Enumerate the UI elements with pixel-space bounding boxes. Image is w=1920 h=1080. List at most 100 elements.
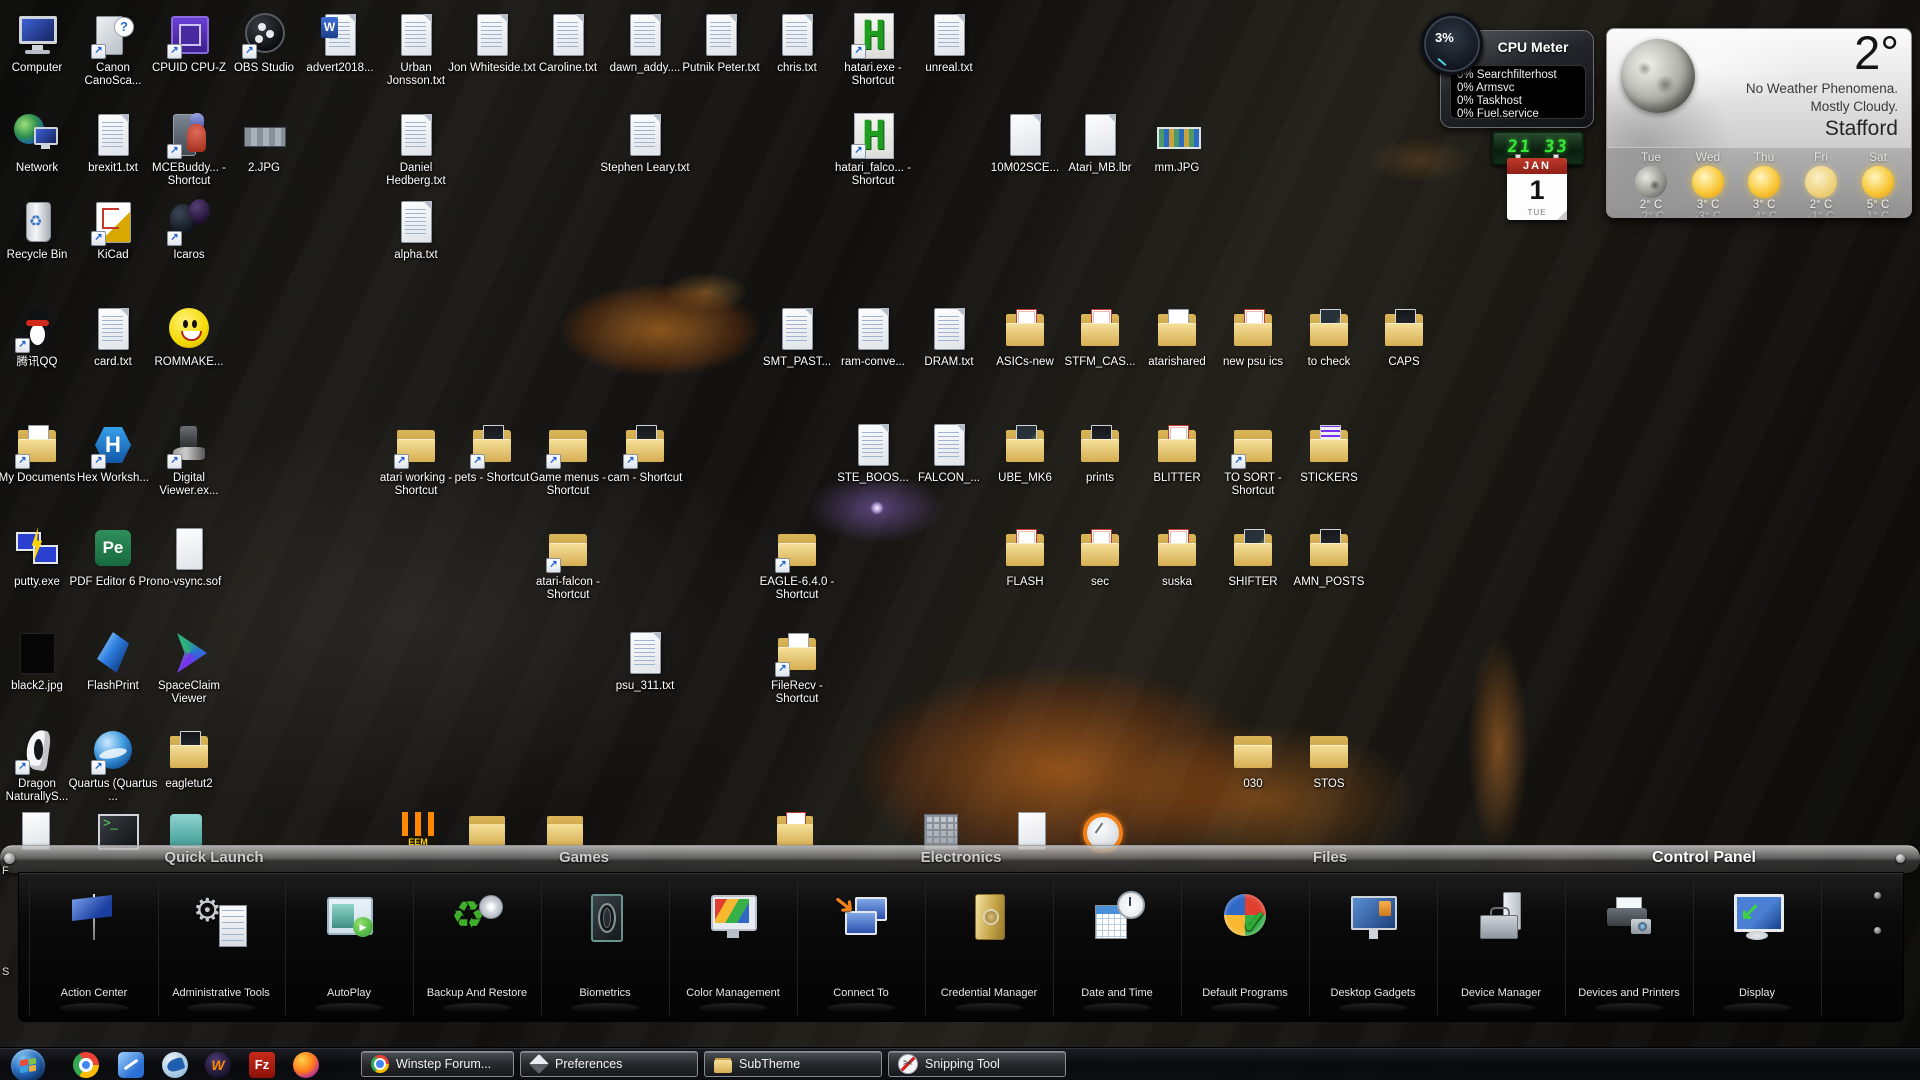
clipped-label-f: F — [2, 865, 9, 877]
blue-document-app-icon[interactable] — [118, 1052, 144, 1078]
folder-icon — [1305, 728, 1353, 776]
weather-forecast-strip: Tue2° C-2° CWed3° C-3° CThu3° C-4° CFri2… — [1607, 147, 1911, 217]
desktop-icon-mm-jpg[interactable]: mm.JPG — [1132, 112, 1222, 175]
firefox-icon[interactable] — [293, 1052, 319, 1078]
desktop-icon-alpha-txt[interactable]: alpha.txt — [371, 199, 461, 262]
desktop-icon-rommake[interactable]: ROMMAKE... — [144, 306, 234, 369]
cp-item-default-programs[interactable]: ✓Default Programs — [1181, 881, 1310, 1015]
dock-tab-files[interactable]: Files — [1313, 849, 1347, 866]
desktop-icon-unreal-txt[interactable]: unreal.txt — [904, 12, 994, 75]
desktop-icon-filerecv-shortcut[interactable]: ↗FileRecv - Shortcut — [752, 630, 842, 706]
task-button-preferences[interactable]: Preferences — [520, 1051, 698, 1077]
desktop-icon-spaceclaim-viewer[interactable]: SpaceClaim Viewer — [144, 630, 234, 706]
desktop-icon-icaros[interactable]: ↗Icaros — [144, 199, 234, 262]
thunderbird-icon[interactable] — [162, 1052, 188, 1078]
dock-tab-games[interactable]: Games — [559, 849, 609, 866]
folder-pdf-icon — [1076, 526, 1124, 574]
folder-img-icon — [1229, 526, 1277, 574]
forecast-high-temp: 2° C — [1623, 199, 1679, 211]
cp-item-device-manager[interactable]: Device Manager — [1437, 881, 1566, 1015]
desktop-icon-eagle-6-4-0-shortcut[interactable]: ↗EAGLE-6.4.0 - Shortcut — [752, 526, 842, 602]
devices-and-printers-icon — [1601, 889, 1657, 945]
start-button[interactable] — [10, 1048, 46, 1080]
chrome-icon — [371, 1055, 389, 1073]
cp-item-color-management[interactable]: Color Management — [669, 881, 798, 1015]
desktop-icon-cam-shortcut[interactable]: ↗cam - Shortcut — [600, 422, 690, 485]
shortcut-arrow-icon: ↗ — [167, 44, 182, 59]
weather-condition-line2: Mostly Cloudy. — [1810, 99, 1898, 114]
dock-handle-right[interactable] — [1896, 854, 1905, 863]
shortcut-arrow-icon: ↗ — [91, 231, 106, 246]
purple-media-app-icon[interactable]: W — [205, 1052, 231, 1078]
textdoc-icon — [544, 12, 592, 60]
cpu-gauge-icon[interactable]: 3% — [1421, 13, 1483, 75]
desktop-icon-2-jpg[interactable]: 2.JPG — [219, 112, 309, 175]
winstep-diamond-icon — [529, 1054, 549, 1074]
dock-tab-control-panel[interactable]: Control Panel — [1652, 849, 1756, 867]
cp-item-credential-manager[interactable]: Credential Manager — [925, 881, 1054, 1015]
dock-tab-quick-launch[interactable]: Quick Launch — [164, 849, 263, 866]
cp-item-connect-to[interactable]: ➜Connect To — [797, 881, 926, 1015]
cp-item-backup-and-restore[interactable]: ♻Backup And Restore — [413, 881, 542, 1015]
cp-item-display[interactable]: ↙Display — [1693, 881, 1822, 1015]
task-button-subtheme[interactable]: SubTheme — [704, 1051, 882, 1077]
dock-handle-left[interactable] — [4, 853, 15, 864]
task-button-label: Preferences — [555, 1057, 622, 1071]
filezilla-icon[interactable]: Fz — [249, 1052, 275, 1078]
desktop-icon-stephen-leary-txt[interactable]: Stephen Leary.txt — [600, 112, 690, 175]
cp-item-action-center[interactable]: Action Center — [29, 881, 159, 1015]
shortcut-arrow-icon: ↗ — [91, 44, 106, 59]
desktop-icon-psu-311-txt[interactable]: psu_311.txt — [600, 630, 690, 693]
autoplay-icon: ▶ — [321, 889, 377, 945]
desktop-icon-digital-viewer-ex[interactable]: ↗Digital Viewer.ex... — [144, 422, 234, 498]
task-button-label: SubTheme — [739, 1057, 800, 1071]
desktop-icon-no-vsync-sof[interactable]: no-vsync.sof — [144, 526, 234, 589]
folder-pdf-icon — [1229, 306, 1277, 354]
desktop-icon-stickers[interactable]: STICKERS — [1284, 422, 1374, 485]
shelf-scroll-dot[interactable] — [1874, 892, 1881, 899]
scanner-icon: ?↗ — [89, 12, 137, 60]
weather-gadget[interactable]: 2° No Weather Phenomena. Mostly Cloudy. … — [1606, 28, 1912, 218]
biometrics-icon — [577, 889, 633, 945]
shortcut-arrow-icon: ↗ — [15, 454, 30, 469]
cp-item-autoplay[interactable]: ▶AutoPlay — [285, 881, 414, 1015]
shortcut-arrow-icon: ↗ — [546, 558, 561, 573]
desktop-icon-label: STICKERS — [1284, 472, 1374, 485]
folder-pdf-icon — [1076, 306, 1124, 354]
calendar-gadget[interactable]: JAN 1 TUE — [1507, 158, 1567, 220]
desktop-icon-atari-falcon-shortcut[interactable]: ↗atari-falcon - Shortcut — [523, 526, 613, 602]
desktop-icon-eagletut2[interactable]: eagletut2 — [144, 728, 234, 791]
forecast-high-temp: 5° C — [1850, 199, 1906, 211]
cpu-process-row: 0% Fuel.service — [1457, 108, 1579, 121]
thumb2-icon — [1153, 112, 1201, 160]
desktop-icon-label: FileRecv - Shortcut — [752, 680, 842, 706]
folder-doc-icon — [1153, 306, 1201, 354]
desktop-icon-caps[interactable]: CAPS — [1359, 306, 1449, 369]
cp-item-desktop-gadgets[interactable]: Desktop Gadgets — [1309, 881, 1438, 1015]
forecast-day-tue: Tue2° C-2° C — [1623, 150, 1679, 218]
cp-item-devices-and-printers[interactable]: Devices and Printers — [1565, 881, 1694, 1015]
cp-item-biometrics[interactable]: Biometrics — [541, 881, 670, 1015]
task-button-winstep-forum[interactable]: Winstep Forum... — [361, 1051, 514, 1077]
desktop-icon-hatari-falco-shortcut[interactable]: H↗hatari_falco... - Shortcut — [828, 112, 918, 188]
textdoc-icon — [849, 422, 897, 470]
calendar-month: JAN — [1507, 158, 1567, 174]
date-and-time-icon — [1089, 889, 1145, 945]
word-icon: W — [316, 12, 364, 60]
forecast-high-temp: 3° C — [1680, 199, 1736, 211]
chrome-icon[interactable] — [73, 1052, 99, 1078]
folder-dark-icon: ↗ — [468, 422, 516, 470]
cp-item-administrative-tools[interactable]: ⚙Administrative Tools — [157, 881, 286, 1015]
task-button-snipping-tool[interactable]: ✂Snipping Tool — [888, 1051, 1066, 1077]
desktop-icon-daniel-hedberg-txt[interactable]: Daniel Hedberg.txt — [371, 112, 461, 188]
gauge-needle-icon — [1438, 58, 1447, 66]
cp-item-date-and-time[interactable]: Date and Time — [1053, 881, 1182, 1015]
desktop-icon-label: hatari_falco... - Shortcut — [828, 162, 918, 188]
shortcut-arrow-icon: ↗ — [242, 44, 257, 59]
desktop-icon-amn-posts[interactable]: AMN_POSTS — [1284, 526, 1374, 589]
cp-item-label: Default Programs — [1183, 987, 1307, 999]
shelf-scroll-dot[interactable] — [1874, 927, 1881, 934]
desktop-icon-stos[interactable]: STOS — [1284, 728, 1374, 791]
clipped-label-s: S — [2, 966, 9, 978]
dock-tab-electronics[interactable]: Electronics — [921, 849, 1002, 866]
